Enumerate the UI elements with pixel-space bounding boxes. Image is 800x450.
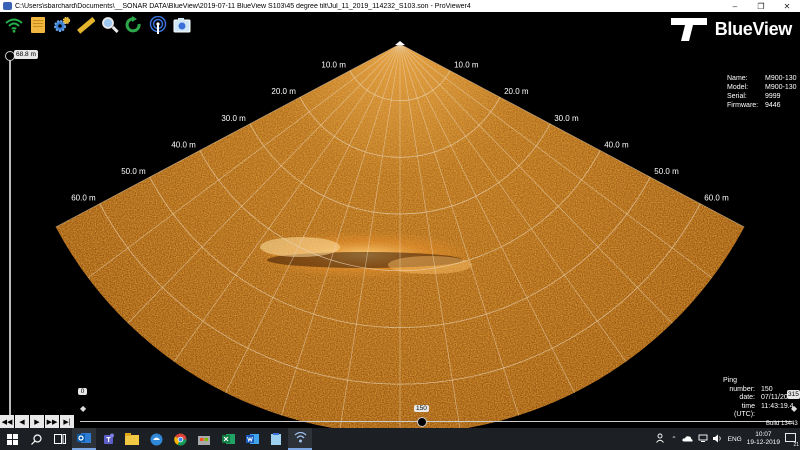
step-forward-button[interactable]: ▶▶ xyxy=(45,415,59,428)
range-ring-label: 10.0 m xyxy=(454,61,479,70)
notification-count: 21 xyxy=(793,442,799,448)
antenna-icon[interactable] xyxy=(148,15,168,35)
volume-icon[interactable] xyxy=(712,434,723,445)
toolbar xyxy=(0,12,220,38)
teams-icon[interactable] xyxy=(96,428,120,450)
notepad-icon[interactable] xyxy=(264,428,288,450)
range-slider[interactable] xyxy=(5,47,15,427)
ping-date: 07/11/20 xyxy=(761,394,788,402)
range-ring-label: 20.0 m xyxy=(504,87,529,96)
timeline-knob[interactable] xyxy=(417,417,427,427)
sonar-view[interactable]: 10.0 m 10.0 m 20.0 m 20.0 m 30.0 m 30.0 m 40.0… xyxy=(0,0,800,428)
refresh-icon[interactable] xyxy=(124,15,144,35)
outlook-icon[interactable] xyxy=(72,428,96,450)
windows-start-icon[interactable] xyxy=(0,428,24,450)
range-ring-label: 20.0 m xyxy=(271,87,296,96)
system-tray: ⌃ ENG 10:07 19-12-2019 21 xyxy=(656,428,800,450)
sonar-apex-marker xyxy=(395,41,405,45)
teledyne-logo-icon xyxy=(670,18,707,41)
ping-total-badge: 315 xyxy=(787,390,800,399)
ping-time: 11:43:19.4 xyxy=(761,402,794,410)
playback-controls: ◀◀ ◀ ▶ ▶▶ ▶| xyxy=(0,415,74,428)
blueview-logo: BlueView xyxy=(669,14,792,44)
chevron-up-icon[interactable]: ⌃ xyxy=(671,435,676,443)
play-button[interactable]: ▶ xyxy=(30,415,44,428)
excel-icon[interactable] xyxy=(216,428,240,450)
range-ring-label: 40.0 m xyxy=(604,140,629,149)
clock-date: 19-12-2019 xyxy=(746,439,780,446)
store-icon[interactable] xyxy=(192,428,216,450)
ping-number: 150 xyxy=(761,385,773,393)
notification-center-icon[interactable]: 21 xyxy=(785,433,799,448)
word-icon[interactable] xyxy=(240,428,264,450)
info-row-model: Model: M900-130 xyxy=(727,84,797,91)
rewind-button[interactable]: ◀◀ xyxy=(0,415,14,428)
clock-time: 10:07 xyxy=(755,431,772,438)
chrome-icon[interactable] xyxy=(168,428,192,450)
build-label: Build 13443 xyxy=(766,421,798,427)
gain-value-badge: 0 xyxy=(78,388,87,395)
logo-text: BlueView xyxy=(714,18,793,39)
gain-slider-handle[interactable]: ◆ xyxy=(80,404,86,413)
fast-forward-button[interactable]: ▶| xyxy=(60,415,74,428)
proviewer-window: 10.0 m 10.0 m 20.0 m 20.0 m 30.0 m 30.0 m 40.0… xyxy=(0,0,800,450)
edge-icon[interactable] xyxy=(144,428,168,450)
step-back-button[interactable]: ◀ xyxy=(15,415,29,428)
close-button[interactable]: ✕ xyxy=(774,0,800,12)
notes-icon[interactable] xyxy=(28,15,48,35)
range-ring-label: 30.0 m xyxy=(221,114,246,123)
timeline-ping-badge: 150 xyxy=(414,405,429,412)
camera-icon[interactable] xyxy=(172,15,192,35)
range-value-badge: 68.8 m xyxy=(14,50,38,59)
file-explorer-icon[interactable] xyxy=(120,428,144,450)
range-ring-label: 50.0 m xyxy=(121,167,146,176)
cloud-icon[interactable] xyxy=(682,435,693,444)
range-ring-label: 10.0 m xyxy=(321,61,346,70)
range-ring-label: 30.0 m xyxy=(554,114,579,123)
info-row-serial: Serial: 9999 xyxy=(727,93,781,100)
device-info-panel: Name: M900-130 Model: M900-130 Serial: 9999… xyxy=(727,74,797,110)
range-ring-label: 50.0 m xyxy=(654,167,679,176)
window-title: C:\Users\sbarchard\Documents\__SONAR DAT… xyxy=(15,2,471,10)
info-row-firmware: Firmware: 9446 xyxy=(727,102,781,109)
ping-header: Ping xyxy=(723,377,738,384)
clock[interactable]: 10:07 19-12-2019 xyxy=(747,431,780,447)
maximize-button[interactable]: ❐ xyxy=(748,0,774,12)
minimize-button[interactable]: – xyxy=(722,0,748,12)
ping-end-handle[interactable]: ◆ xyxy=(791,404,797,413)
search-icon[interactable] xyxy=(24,428,48,450)
info-row-name: Name: M900-130 xyxy=(727,75,797,82)
range-ring-label: 60.0 m xyxy=(704,194,729,203)
ping-info-panel: Ping number: 150 date: 07/11/20 time (UTC)… xyxy=(723,377,794,419)
title-bar: C:\Users\sbarchard\Documents\__SONAR DAT… xyxy=(0,0,800,12)
range-ring-label: 60.0 m xyxy=(71,194,96,203)
ping-timeline[interactable] xyxy=(80,421,792,422)
ruler-icon[interactable] xyxy=(76,15,96,35)
people-icon[interactable] xyxy=(656,433,666,445)
range-ring-label: 40.0 m xyxy=(171,140,196,149)
network-icon[interactable] xyxy=(698,434,708,445)
magnifier-icon[interactable] xyxy=(100,15,120,35)
proviewer-icon[interactable] xyxy=(288,428,312,450)
language-indicator[interactable]: ENG xyxy=(728,436,742,443)
gear-icon[interactable] xyxy=(52,15,72,35)
app-icon xyxy=(3,2,12,10)
task-view-icon[interactable] xyxy=(48,428,72,450)
wifi-icon[interactable] xyxy=(4,15,24,35)
